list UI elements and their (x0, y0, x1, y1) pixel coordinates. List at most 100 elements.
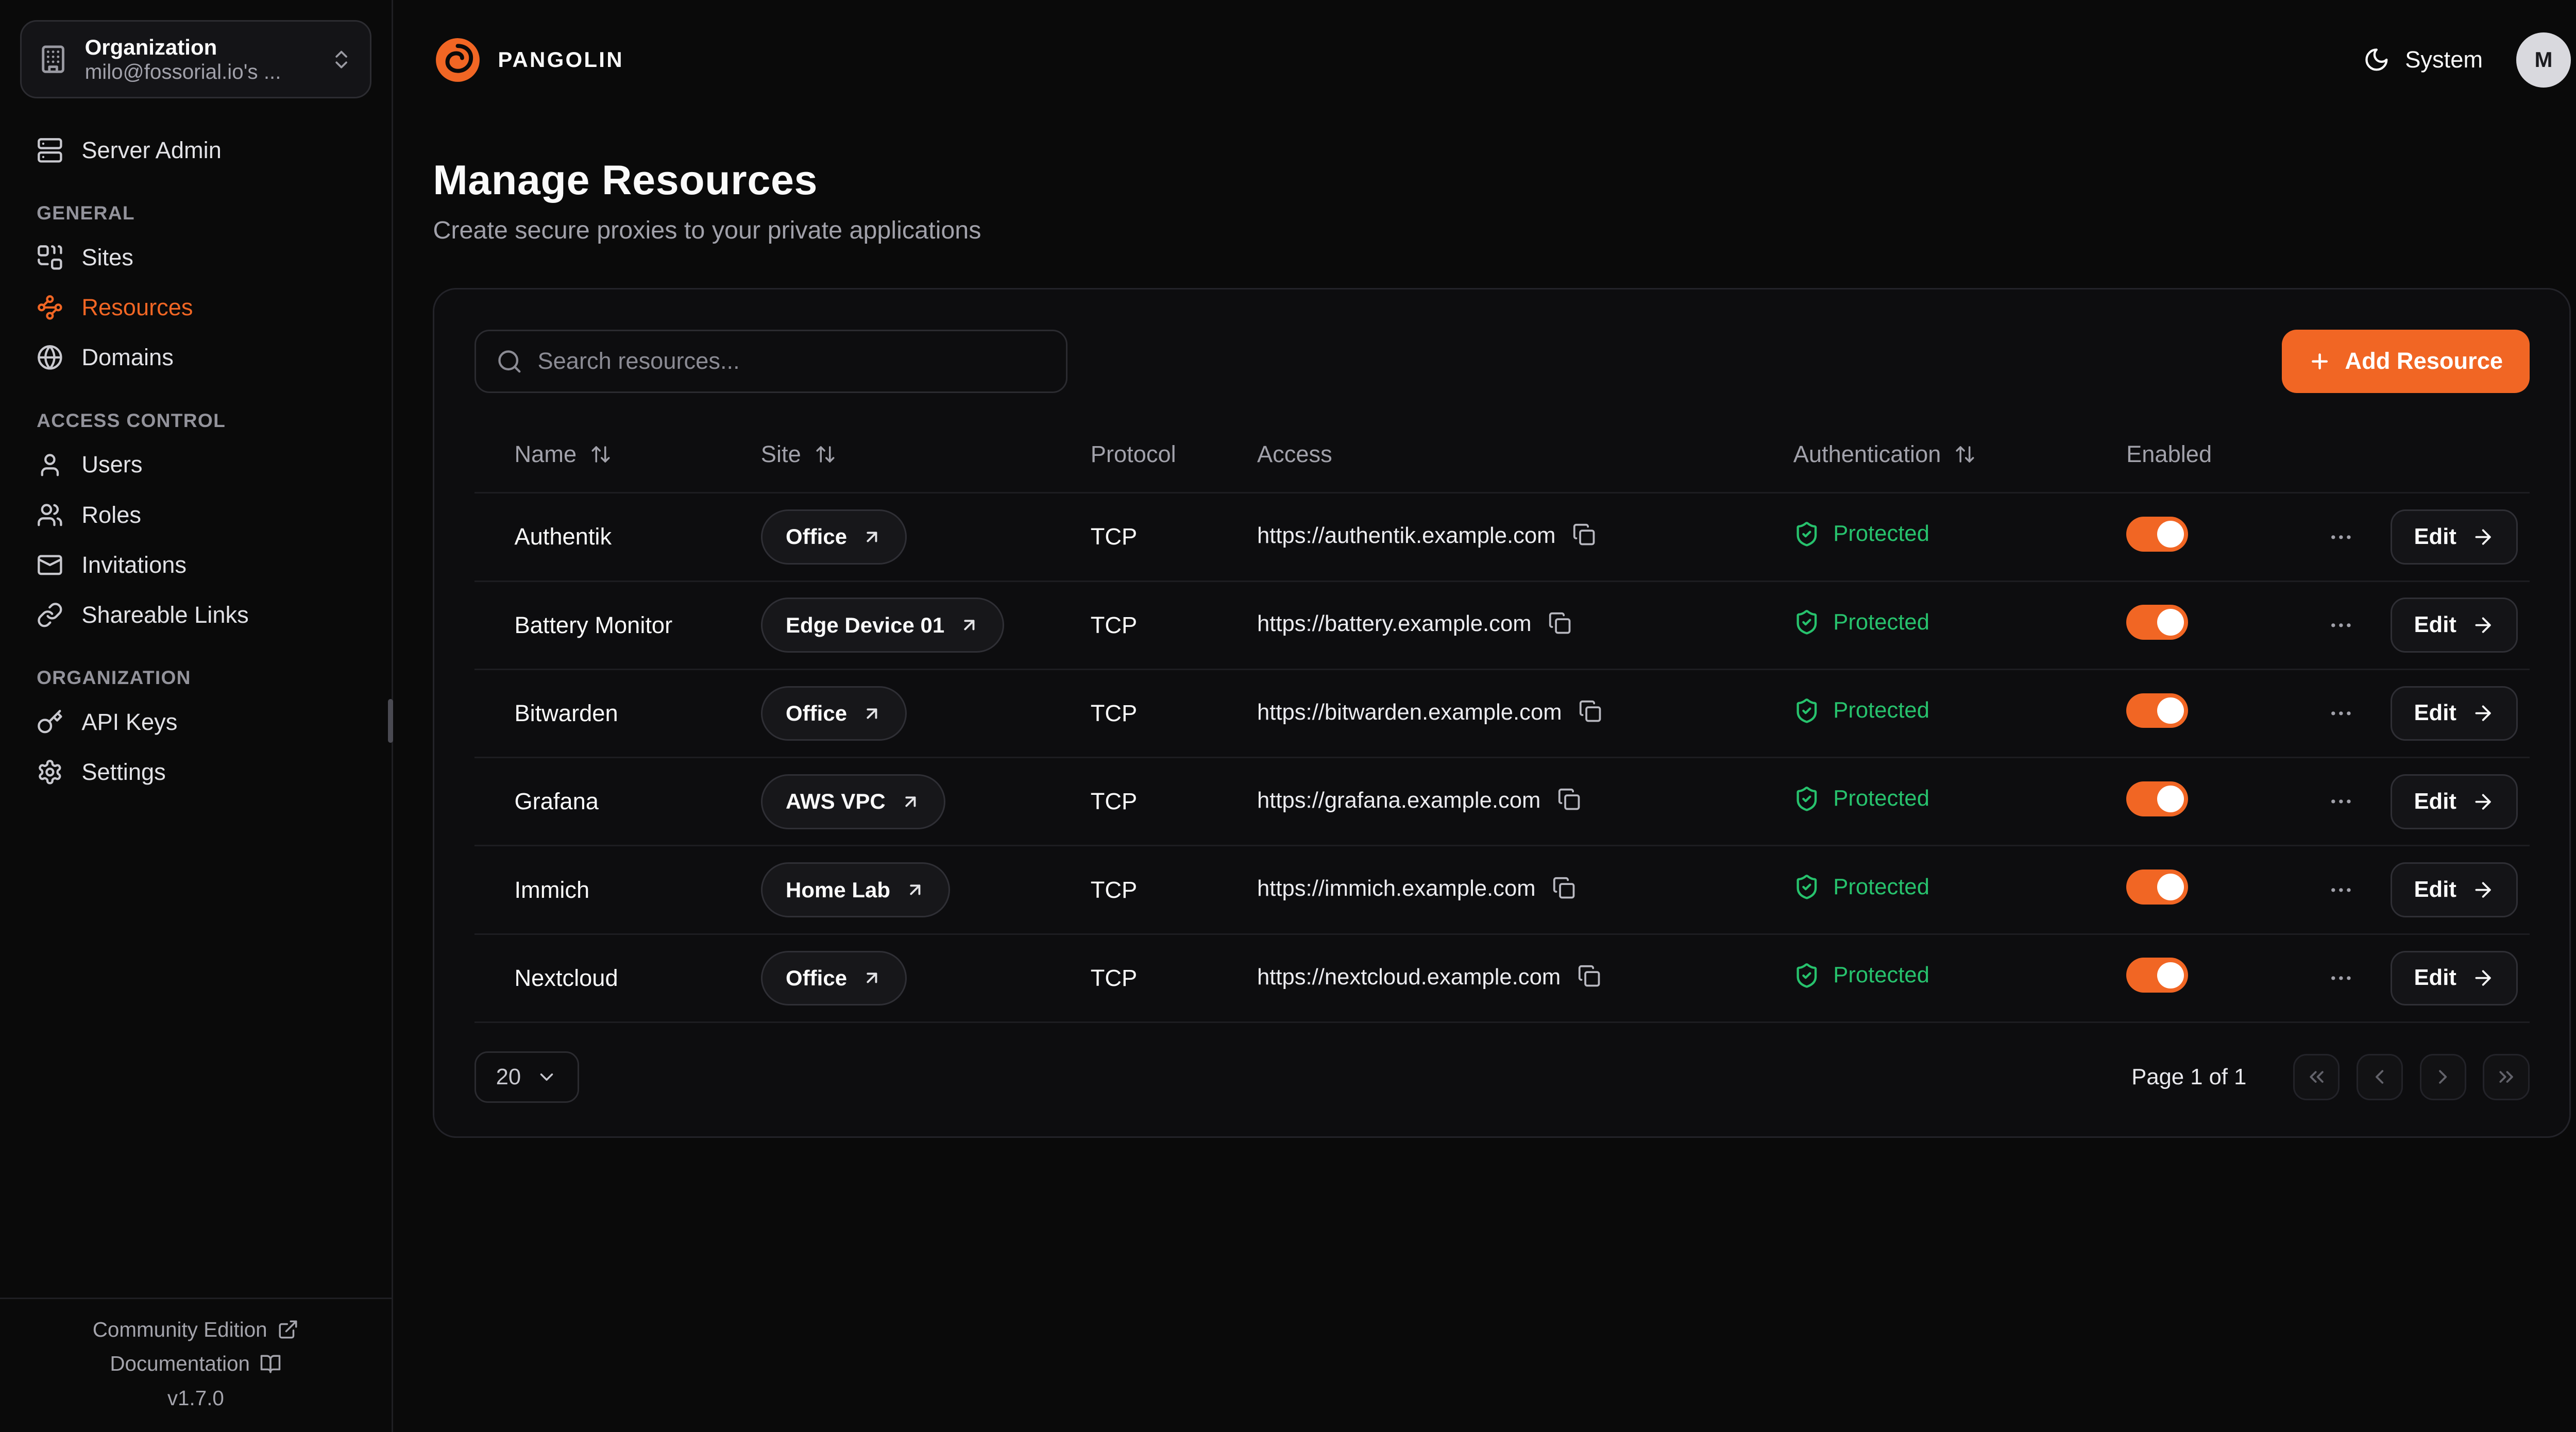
first-page-button[interactable] (2293, 1054, 2340, 1100)
search-input[interactable] (537, 348, 1045, 374)
gear-icon (37, 759, 63, 786)
enabled-toggle[interactable] (2126, 693, 2188, 728)
protected-badge: Protected (1793, 786, 1929, 812)
search-box (474, 330, 1067, 393)
sidebar-item-invitations[interactable]: Invitations (20, 540, 371, 590)
actions-cell: Edit (2299, 934, 2530, 1022)
sidebar-nav: Server Admin GENERAL Sites Resources Dom (0, 122, 392, 801)
copy-url-button[interactable] (1548, 611, 1571, 640)
table-row: Immich Home Lab TCP https://immich.examp… (474, 846, 2530, 934)
column-header-site[interactable]: Site (721, 416, 1050, 493)
enabled-toggle[interactable] (2126, 870, 2188, 905)
resource-name-cell: Grafana (474, 758, 721, 846)
site-link-button[interactable]: AWS VPC (761, 774, 945, 829)
resource-name: Immich (514, 877, 589, 903)
access-url: https://battery.example.com (1257, 611, 1532, 636)
community-edition-link[interactable]: Community Edition (93, 1318, 299, 1342)
sidebar-item-resources[interactable]: Resources (20, 282, 371, 332)
next-page-button[interactable] (2420, 1054, 2466, 1100)
site-link-button[interactable]: Office (761, 686, 907, 741)
site-link-button[interactable]: Edge Device 01 (761, 598, 1005, 653)
site-name: Edge Device 01 (786, 613, 944, 638)
sidebar-item-shareable-links[interactable]: Shareable Links (20, 590, 371, 640)
site-cell: Edge Device 01 (721, 581, 1050, 669)
search-icon (496, 348, 523, 375)
arrow-right-icon (2471, 966, 2495, 990)
page-size-select[interactable]: 20 (474, 1051, 579, 1103)
sidebar-item-label: Server Admin (81, 137, 222, 164)
chevrons-up-down-icon (330, 48, 353, 71)
documentation-link[interactable]: Documentation (110, 1352, 281, 1376)
shield-check-icon (1793, 521, 1820, 548)
pagination: Page 1 of 1 (2131, 1054, 2530, 1100)
org-label: Organization (85, 35, 314, 60)
site-link-button[interactable]: Office (761, 951, 907, 1006)
row-menu-button[interactable] (2328, 965, 2354, 992)
row-menu-button[interactable] (2328, 612, 2354, 639)
sidebar-item-settings[interactable]: Settings (20, 747, 371, 797)
topbar-right: System M (2363, 32, 2571, 88)
enabled-cell (2087, 493, 2300, 581)
access-url: https://authentik.example.com (1257, 523, 1556, 548)
org-selector[interactable]: Organization milo@fossorial.io's ... (20, 20, 371, 99)
row-menu-button[interactable] (2328, 700, 2354, 727)
edit-button[interactable]: Edit (2391, 686, 2518, 741)
plus-icon (2308, 350, 2331, 373)
row-menu-button[interactable] (2328, 877, 2354, 903)
enabled-cell (2087, 581, 2300, 669)
resource-name-cell: Authentik (474, 493, 721, 581)
sidebar-item-label: Invitations (81, 552, 187, 578)
edit-button[interactable]: Edit (2391, 509, 2518, 565)
building-icon (38, 44, 68, 74)
sidebar-item-users[interactable]: Users (20, 440, 371, 490)
site-link-button[interactable]: Home Lab (761, 862, 950, 917)
sidebar-item-domains[interactable]: Domains (20, 333, 371, 383)
sidebar-item-server-admin[interactable]: Server Admin (20, 125, 371, 175)
site-link-button[interactable]: Office (761, 509, 907, 565)
previous-page-button[interactable] (2357, 1054, 2403, 1100)
enabled-toggle[interactable] (2126, 517, 2188, 552)
resource-name-cell: Nextcloud (474, 934, 721, 1022)
last-page-button[interactable] (2483, 1054, 2529, 1100)
copy-url-button[interactable] (1578, 964, 1601, 993)
edit-button[interactable]: Edit (2391, 598, 2518, 653)
ellipsis-icon (2328, 524, 2354, 551)
copy-url-button[interactable] (1572, 523, 1596, 552)
resources-table: Name Site Protocol Access Authentication… (474, 416, 2530, 1023)
combine-icon (37, 244, 63, 271)
copy-url-button[interactable] (1552, 876, 1575, 905)
copy-url-button[interactable] (1579, 700, 1602, 728)
row-menu-button[interactable] (2328, 788, 2354, 815)
add-resource-button[interactable]: Add Resource (2282, 330, 2530, 393)
column-header-authentication[interactable]: Authentication (1753, 416, 2086, 493)
actions-cell: Edit (2299, 669, 2530, 757)
enabled-toggle[interactable] (2126, 781, 2188, 816)
enabled-toggle[interactable] (2126, 958, 2188, 993)
sidebar-resize-handle[interactable] (388, 699, 393, 742)
sidebar-item-label: Resources (81, 294, 193, 321)
actions-cell: Edit (2299, 846, 2530, 934)
sidebar-item-api-keys[interactable]: API Keys (20, 697, 371, 747)
sidebar-item-sites[interactable]: Sites (20, 232, 371, 282)
enabled-toggle[interactable] (2126, 605, 2188, 640)
edit-button[interactable]: Edit (2391, 774, 2518, 829)
edit-label: Edit (2414, 789, 2456, 814)
actions-cell: Edit (2299, 581, 2530, 669)
arrow-up-right-icon (901, 792, 921, 812)
edit-button[interactable]: Edit (2391, 951, 2518, 1006)
copy-icon (1548, 611, 1571, 635)
access-cell: https://nextcloud.example.com (1217, 934, 1753, 1022)
globe-icon (37, 344, 63, 371)
avatar[interactable]: M (2516, 32, 2571, 88)
edit-button[interactable]: Edit (2391, 862, 2518, 917)
sidebar-item-label: Settings (81, 759, 165, 786)
access-cell: https://grafana.example.com (1217, 758, 1753, 846)
toggle-knob (2157, 786, 2184, 812)
row-menu-button[interactable] (2328, 524, 2354, 551)
key-icon (37, 709, 63, 736)
sidebar-item-roles[interactable]: Roles (20, 490, 371, 540)
arrow-right-icon (2471, 790, 2495, 813)
theme-toggle-button[interactable]: System (2363, 46, 2483, 73)
copy-url-button[interactable] (1557, 788, 1581, 816)
column-header-name[interactable]: Name (474, 416, 721, 493)
